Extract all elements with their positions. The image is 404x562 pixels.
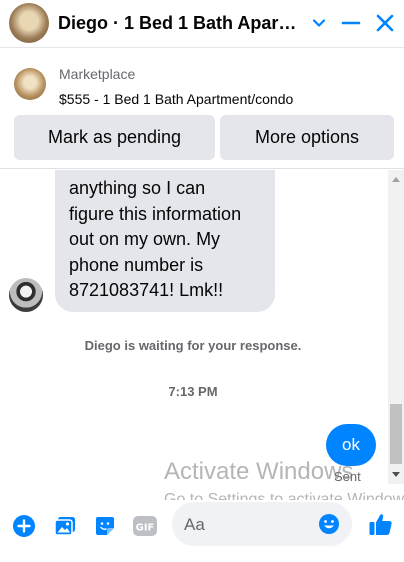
close-icon[interactable] — [372, 10, 398, 36]
chat-header: Diego · 1 Bed 1 Bath Apart… — [0, 0, 404, 48]
gif-icon[interactable]: GIF — [132, 513, 158, 539]
scroll-up-arrow-icon[interactable] — [388, 172, 404, 186]
message-line: anything so I can — [69, 178, 206, 198]
message-line: figure this information — [69, 203, 242, 224]
listing-thumbnail[interactable] — [14, 68, 46, 100]
waiting-notice: Diego is waiting for your response. — [84, 338, 302, 353]
incoming-message: anything so I can figure this informatio… — [55, 170, 275, 312]
mark-as-pending-button[interactable]: Mark as pending — [14, 115, 215, 160]
plus-circle-icon[interactable] — [11, 513, 37, 539]
scrollbar-thumb[interactable] — [390, 404, 402, 464]
scroll-down-arrow-icon[interactable] — [388, 468, 404, 482]
composer-bar: GIF Aa — [0, 500, 404, 562]
more-options-button[interactable]: More options — [220, 115, 394, 160]
message-input[interactable]: Aa — [172, 502, 352, 546]
message-input-placeholder: Aa — [184, 515, 205, 534]
svg-text:GIF: GIF — [136, 523, 155, 534]
marketplace-label: Marketplace — [59, 66, 136, 82]
activation-watermark-title: Activate Windows — [164, 458, 354, 485]
timestamp: 7:13 PM — [168, 384, 218, 399]
conversation-title[interactable]: Diego · 1 Bed 1 Bath Apart… — [58, 13, 300, 34]
sender-avatar[interactable] — [9, 278, 43, 312]
minimize-icon[interactable] — [338, 10, 364, 36]
emoji-icon[interactable] — [318, 513, 340, 535]
message-line: 8721083741! Lmk!! — [69, 280, 224, 300]
contact-avatar[interactable] — [9, 3, 49, 43]
message-line: phone number is — [69, 254, 204, 275]
chevron-down-icon[interactable] — [306, 10, 332, 36]
listing-title[interactable]: $555 - 1 Bed 1 Bath Apartment/condo — [59, 91, 293, 107]
sticker-icon[interactable] — [92, 513, 118, 539]
like-icon[interactable] — [368, 511, 394, 537]
message-list[interactable]: anything so I can figure this informatio… — [0, 170, 404, 492]
marketplace-panel: Marketplace $555 - 1 Bed 1 Bath Apartmen… — [0, 49, 404, 169]
photo-icon[interactable] — [52, 513, 78, 539]
message-line: out on my own. My — [69, 229, 221, 249]
